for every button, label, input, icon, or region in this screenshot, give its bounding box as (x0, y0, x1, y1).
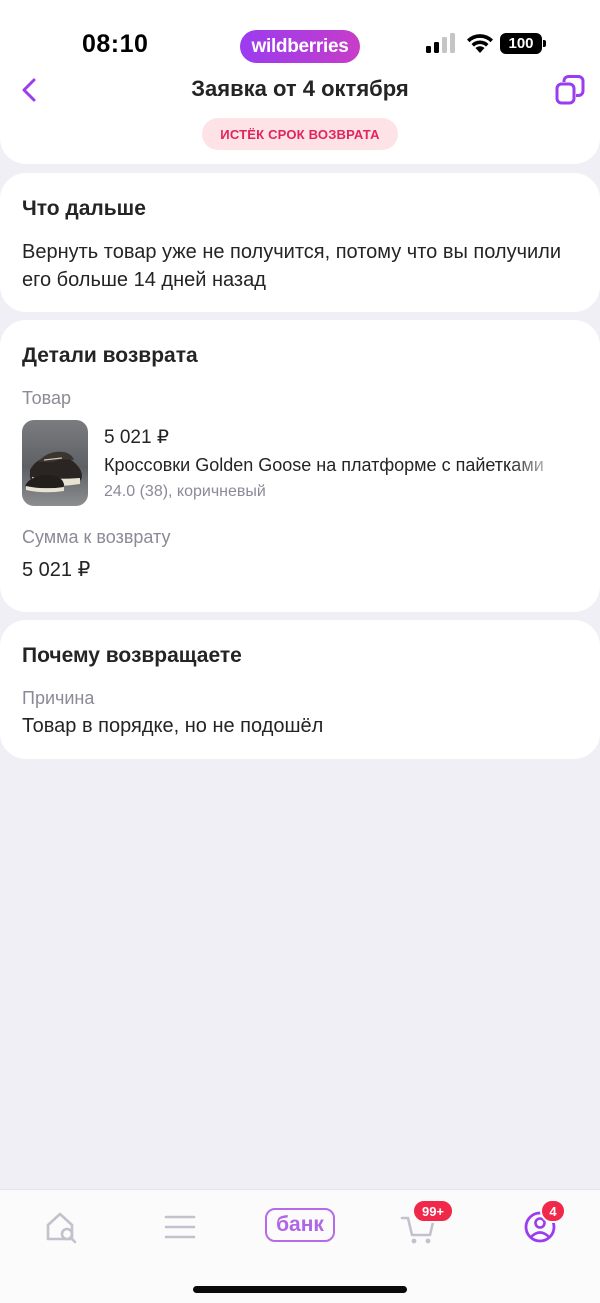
copy-icon[interactable] (555, 74, 585, 106)
return-details-title: Детали возврата (22, 344, 198, 367)
header-card: 08:10 wildberries 100 Заявка от 4 октябр… (0, 0, 600, 164)
return-reason-card: Почему возвращаете Причина Товар в поряд… (0, 620, 600, 759)
next-steps-card: Что дальше Вернуть товар уже не получитс… (0, 173, 600, 312)
status-time: 08:10 (82, 30, 149, 58)
return-details-card: Детали возврата Товар 5 021 ₽ Кроссовки … (0, 320, 600, 612)
reason-label: Причина (22, 688, 95, 708)
wildberries-logo: wildberries (240, 30, 360, 63)
menu-icon[interactable] (158, 1206, 202, 1246)
cart-badge: 99+ (412, 1199, 454, 1223)
product-variant: 24.0 (38), коричневый (104, 483, 266, 500)
next-steps-title: Что дальше (22, 197, 146, 220)
battery-icon: 100 (500, 33, 546, 54)
page-title: Заявка от 4 октября (191, 76, 409, 101)
signal-icon (426, 33, 455, 53)
product-price: 5 021 ₽ (104, 427, 169, 448)
product-label: Товар (22, 388, 71, 408)
return-reason-title: Почему возвращаете (22, 644, 242, 667)
refund-amount: 5 021 ₽ (22, 559, 91, 581)
status-badge: ИСТЁК СРОК ВОЗВРАТА (202, 118, 398, 150)
product-image[interactable] (22, 420, 88, 506)
product-name[interactable]: Кроссовки Golden Goose на платформе с па… (104, 455, 564, 476)
reason-text: Товар в порядке, но не подошёл (22, 715, 324, 737)
home-search-icon[interactable] (40, 1206, 84, 1246)
status-bar: 08:10 wildberries 100 (0, 0, 600, 78)
home-indicator (193, 1286, 407, 1293)
bank-button[interactable]: банк (265, 1208, 335, 1242)
refund-label: Сумма к возврату (22, 527, 171, 547)
profile-badge: 4 (540, 1199, 566, 1223)
wifi-icon (467, 34, 493, 53)
next-steps-text: Вернуть товар уже не получится, потому ч… (22, 241, 562, 291)
